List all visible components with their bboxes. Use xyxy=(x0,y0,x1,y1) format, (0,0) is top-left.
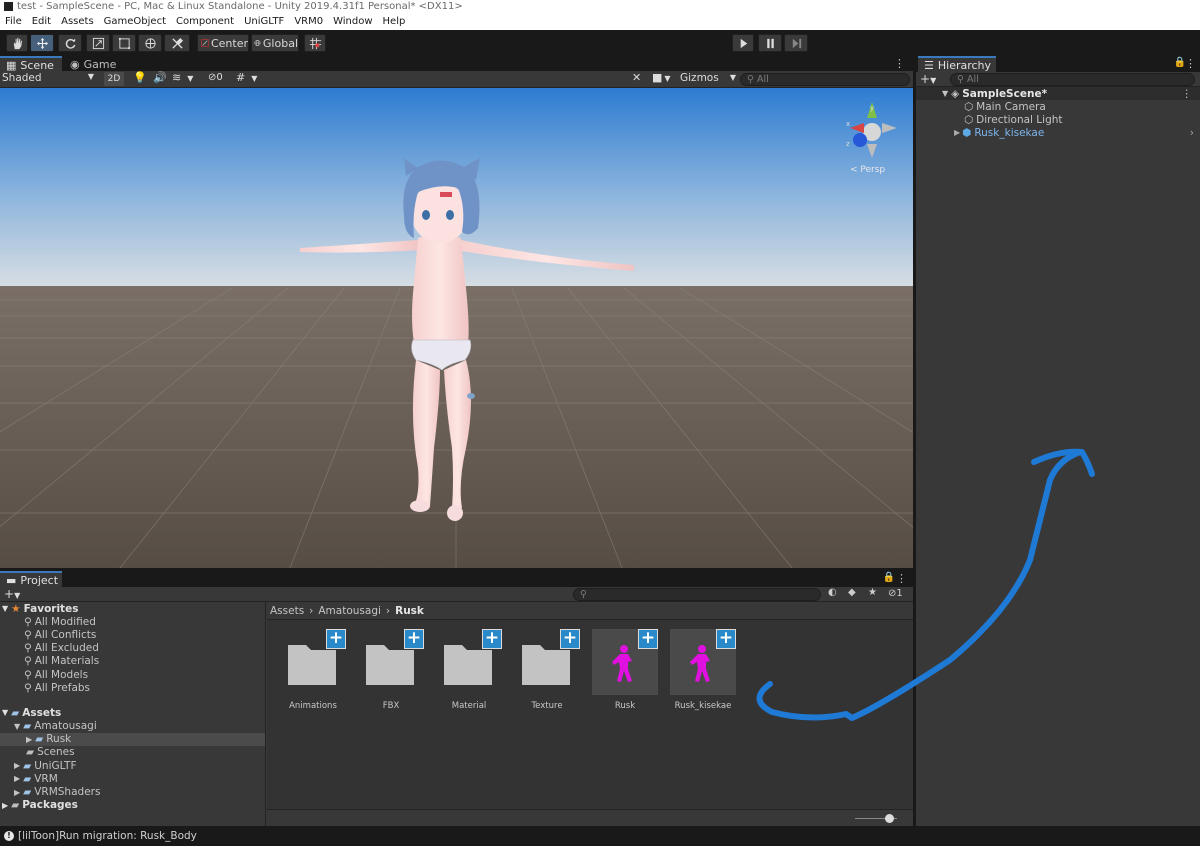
annotation-arrow xyxy=(756,448,1095,721)
status-message: [lilToon]Run migration: Rusk_Body xyxy=(18,830,197,842)
status-bar[interactable]: ! [lilToon]Run migration: Rusk_Body xyxy=(0,826,1200,846)
info-icon: ! xyxy=(4,831,14,841)
